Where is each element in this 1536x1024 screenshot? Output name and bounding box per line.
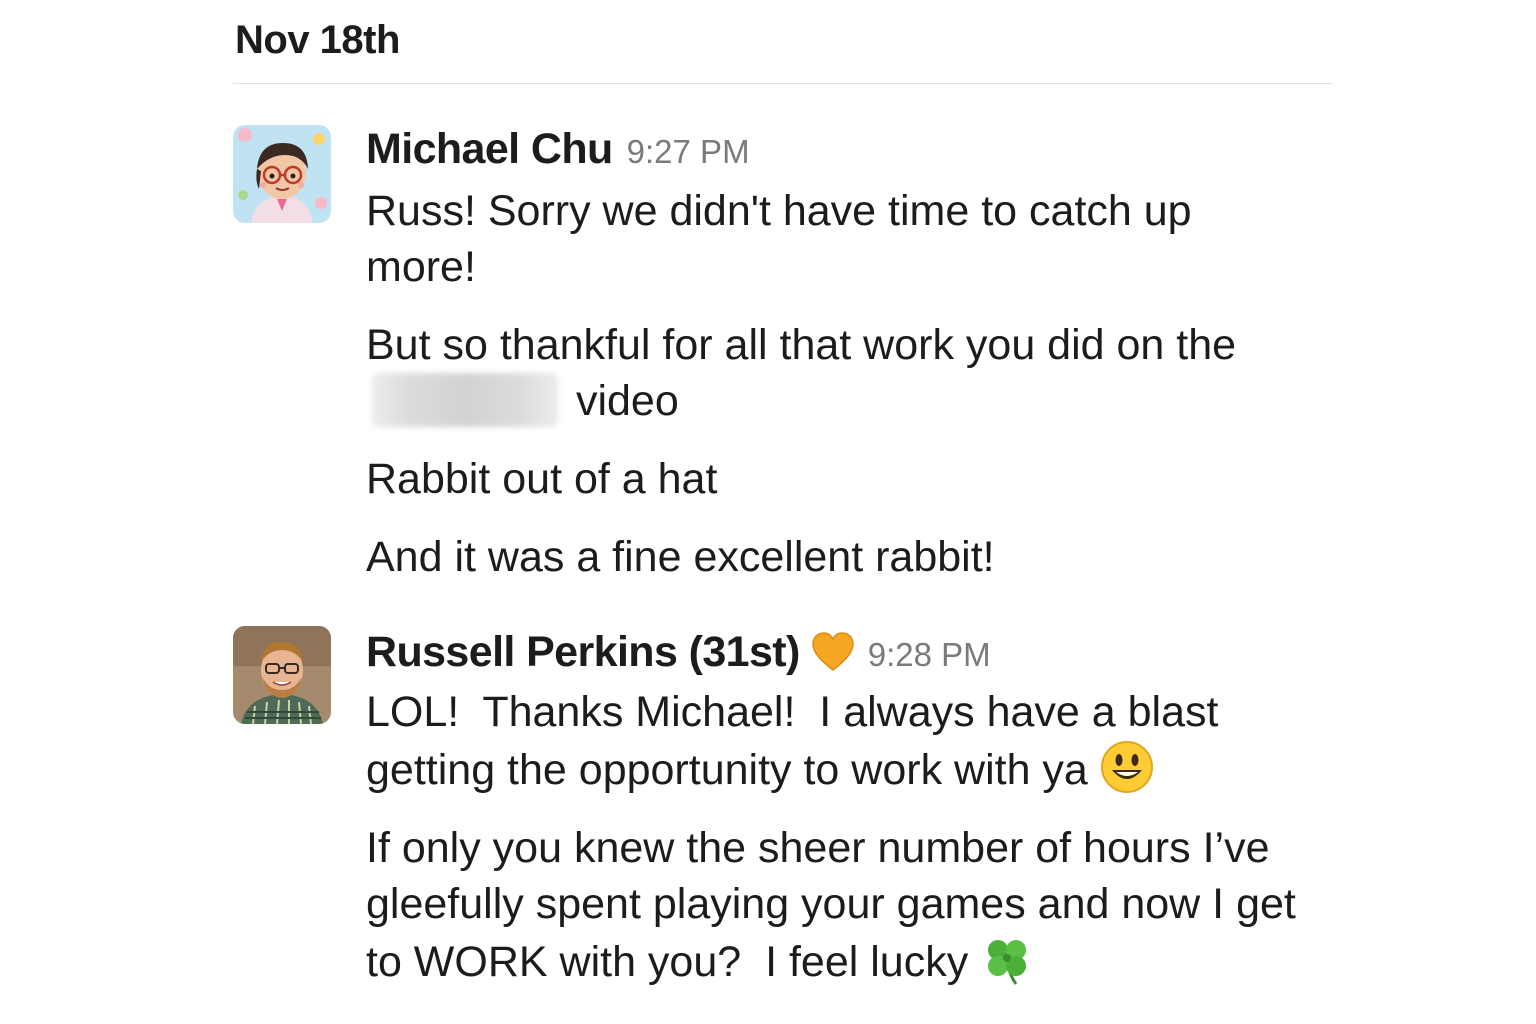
author-name[interactable]: Russell Perkins (31st) <box>366 628 800 677</box>
message-text: Rabbit out of a hat <box>366 455 718 503</box>
photo-avatar-icon <box>233 626 331 724</box>
day-divider-label[interactable]: Nov 18th <box>235 18 400 63</box>
orange-heart-icon[interactable] <box>811 632 854 672</box>
message-body: Russell Perkins (31st) 9:28 PM LOL! Than… <box>366 626 1306 1012</box>
redacted-text <box>372 373 558 427</box>
message-body: Michael Chu 9:27 PM Russ! Sorry we didn'… <box>366 125 1306 607</box>
message-text-segment: video <box>564 377 679 425</box>
message-text: And it was a fine excellent rabbit! <box>366 533 995 581</box>
message-text-segment: If only you knew the sheer number of hou… <box>366 824 1308 986</box>
message-text: LOL! Thanks Michael! I always have a bla… <box>366 684 1306 798</box>
message-text: Russ! Sorry we didn't have time to catch… <box>366 187 1204 291</box>
message-timestamp[interactable]: 9:28 PM <box>868 636 991 674</box>
message-text-segment: But so thankful for all that work you di… <box>366 321 1249 369</box>
message-header: Michael Chu 9:27 PM <box>366 125 1306 183</box>
cartoon-avatar-icon <box>233 125 331 223</box>
message-russell-perkins[interactable]: Russell Perkins (31st) 9:28 PM LOL! Than… <box>233 626 1313 1016</box>
message-timestamp[interactable]: 9:27 PM <box>627 133 750 171</box>
four-leaf-clover-icon <box>980 932 1034 986</box>
author-name[interactable]: Michael Chu <box>366 125 613 174</box>
message-michael-chu[interactable]: Michael Chu 9:27 PM Russ! Sorry we didn'… <box>233 125 1313 595</box>
day-divider-line <box>233 83 1333 84</box>
message-header: Russell Perkins (31st) 9:28 PM <box>366 626 1306 684</box>
message-text: If only you knew the sheer number of hou… <box>366 820 1306 990</box>
smiley-face-icon <box>1100 740 1154 794</box>
avatar-michael-chu[interactable] <box>233 125 331 223</box>
message-text: But so thankful for all that work you di… <box>366 317 1306 429</box>
avatar-russell-perkins[interactable] <box>233 626 331 724</box>
